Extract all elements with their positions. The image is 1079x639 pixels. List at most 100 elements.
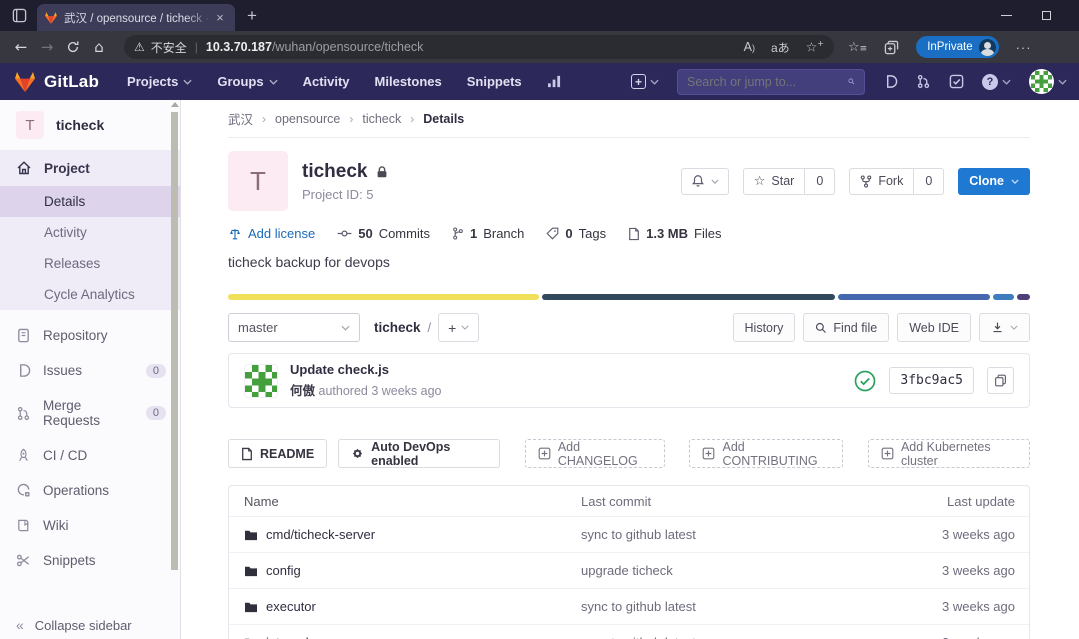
new-menu-button[interactable]: + <box>631 74 659 89</box>
nav-milestones[interactable]: Milestones <box>375 74 442 89</box>
file-name-link[interactable]: cmd/ticheck-server <box>266 527 375 542</box>
commit-author-link[interactable]: 何傲 <box>290 384 315 398</box>
nav-projects[interactable]: Projects <box>127 74 192 89</box>
sidebar-item-repository[interactable]: Repository <box>0 318 180 353</box>
collections-icon[interactable] <box>884 40 899 55</box>
copy-sha-button[interactable] <box>987 367 1014 394</box>
table-row[interactable]: executor sync to github latest 3 weeks a… <box>229 588 1029 624</box>
last-commit-link[interactable]: upgrade ticheck <box>581 563 869 578</box>
star-count[interactable]: 0 <box>805 168 835 195</box>
last-commit-link[interactable]: sync to github latest <box>581 635 869 639</box>
clone-button[interactable]: Clone <box>958 168 1030 195</box>
notifications-button[interactable] <box>681 168 729 195</box>
browser-tab[interactable]: 武汉 / opensource / ticheck · Git × <box>37 4 235 31</box>
find-file-button[interactable]: Find file <box>803 313 889 342</box>
table-row[interactable]: config upgrade ticheck 3 weeks ago <box>229 552 1029 588</box>
last-commit-link[interactable]: sync to github latest <box>581 599 869 614</box>
help-menu[interactable]: ? <box>982 74 1011 90</box>
history-button[interactable]: History <box>733 313 796 342</box>
sidebar-scrollbar[interactable] <box>171 112 178 570</box>
user-menu[interactable] <box>1029 69 1067 94</box>
home-button[interactable]: ⌂ <box>86 38 112 56</box>
commit-sha[interactable]: 3fbc9ac5 <box>889 367 974 394</box>
refresh-button[interactable] <box>60 40 86 54</box>
url-host[interactable]: 10.3.70.187 <box>206 40 272 54</box>
breadcrumb-project[interactable]: ticheck <box>362 112 401 126</box>
sidebar-item-snippets[interactable]: Snippets <box>0 543 180 578</box>
tab-actions-icon[interactable] <box>9 6 29 26</box>
gitlab-brand[interactable]: GitLab <box>13 70 99 94</box>
address-bar[interactable]: ⚠ 不安全 | 10.3.70.187/wuhan/opensource/tic… <box>124 35 834 59</box>
last-commit-link[interactable]: sync to github latest <box>581 527 869 542</box>
sidebar-item-releases[interactable]: Releases <box>0 248 180 279</box>
tab-close-icon[interactable]: × <box>212 10 228 25</box>
language-segment[interactable] <box>228 294 539 300</box>
branches-stat[interactable]: 1Branch <box>452 226 524 241</box>
collapse-sidebar-button[interactable]: « Collapse sidebar <box>0 617 132 633</box>
merge-requests-nav-icon[interactable] <box>916 74 931 89</box>
add-changelog-button[interactable]: Add CHANGELOG <box>525 439 665 468</box>
inprivate-badge[interactable]: InPrivate <box>916 36 998 58</box>
pipeline-status-icon[interactable] <box>854 370 876 392</box>
fork-count[interactable]: 0 <box>914 168 944 195</box>
file-name-link[interactable]: internal <box>266 635 309 639</box>
file-name-link[interactable]: executor <box>266 599 316 614</box>
auto-devops-button[interactable]: Auto DevOps enabled <box>338 439 500 468</box>
add-file-dropdown[interactable]: + <box>438 313 479 342</box>
back-button[interactable]: ← <box>8 38 34 56</box>
sidebar-item-project[interactable]: Project <box>0 150 180 186</box>
sidebar-scroll-up-icon[interactable] <box>171 102 179 107</box>
web-ide-button[interactable]: Web IDE <box>897 313 971 342</box>
sidebar-project-context[interactable]: T ticheck <box>0 100 180 150</box>
new-tab-button[interactable]: + <box>247 6 257 26</box>
todos-nav-icon[interactable] <box>949 74 964 89</box>
table-row[interactable]: cmd/ticheck-server sync to github latest… <box>229 516 1029 552</box>
nav-activity[interactable]: Activity <box>303 74 350 89</box>
sidebar-item-wiki[interactable]: Wiki <box>0 508 180 543</box>
maximize-button[interactable] <box>1042 11 1051 20</box>
browser-menu-icon[interactable]: ··· <box>1016 40 1032 55</box>
sidebar-item-issues[interactable]: Issues 0 <box>0 353 180 388</box>
url-path[interactable]: /wuhan/opensource/ticheck <box>272 40 423 54</box>
forward-button[interactable]: → <box>34 38 60 56</box>
read-aloud-icon[interactable]: A) <box>744 40 755 54</box>
language-segment[interactable] <box>838 294 990 300</box>
language-segment[interactable] <box>542 294 835 300</box>
readme-button[interactable]: README <box>228 439 327 468</box>
sidebar-item-ci-cd[interactable]: CI / CD <box>0 438 180 473</box>
charts-icon[interactable] <box>547 75 562 88</box>
language-segment[interactable] <box>1017 294 1030 300</box>
language-segment[interactable] <box>993 294 1014 300</box>
add-kubernetes-cluster-button[interactable]: Add Kubernetes cluster <box>868 439 1030 468</box>
table-row[interactable]: internal sync to github latest 3 weeks a… <box>229 624 1029 639</box>
global-search[interactable] <box>677 69 865 95</box>
download-dropdown[interactable] <box>979 313 1030 342</box>
not-secure-label[interactable]: 不安全 <box>151 39 187 56</box>
breadcrumb-subgroup[interactable]: opensource <box>275 112 340 126</box>
tree-root-link[interactable]: ticheck <box>374 320 421 335</box>
sidebar-item-activity[interactable]: Activity <box>0 217 180 248</box>
star-button[interactable]: ☆Star <box>743 168 806 195</box>
search-input[interactable] <box>687 75 848 89</box>
add-contributing-button[interactable]: Add CONTRIBUTING <box>689 439 843 468</box>
issues-nav-icon[interactable] <box>883 74 898 89</box>
files-stat[interactable]: 1.3 MBFiles <box>628 226 721 241</box>
branch-selector[interactable]: master <box>228 313 360 342</box>
sidebar-item-operations[interactable]: Operations <box>0 473 180 508</box>
nav-groups[interactable]: Groups <box>217 74 277 89</box>
add-favorite-icon[interactable]: ☆+ <box>806 39 824 55</box>
favorites-bar-icon[interactable]: ☆≡ <box>848 40 867 55</box>
translate-icon[interactable]: aあ <box>771 39 790 56</box>
sidebar-item-cycle-analytics[interactable]: Cycle Analytics <box>0 279 180 310</box>
commit-author-avatar[interactable] <box>244 364 278 398</box>
sidebar-item-details[interactable]: Details <box>0 186 180 217</box>
commits-stat[interactable]: 50Commits <box>337 226 430 241</box>
tags-stat[interactable]: 0Tags <box>546 226 606 241</box>
file-name-link[interactable]: config <box>266 563 301 578</box>
breadcrumb-group[interactable]: 武汉 <box>228 109 253 128</box>
commit-title-link[interactable]: Update check.js <box>290 362 442 377</box>
fork-button[interactable]: Fork <box>849 168 914 195</box>
add-license-link[interactable]: Add license <box>228 226 315 241</box>
sidebar-item-merge-requests[interactable]: Merge Requests 0 <box>0 388 180 438</box>
nav-snippets[interactable]: Snippets <box>467 74 522 89</box>
